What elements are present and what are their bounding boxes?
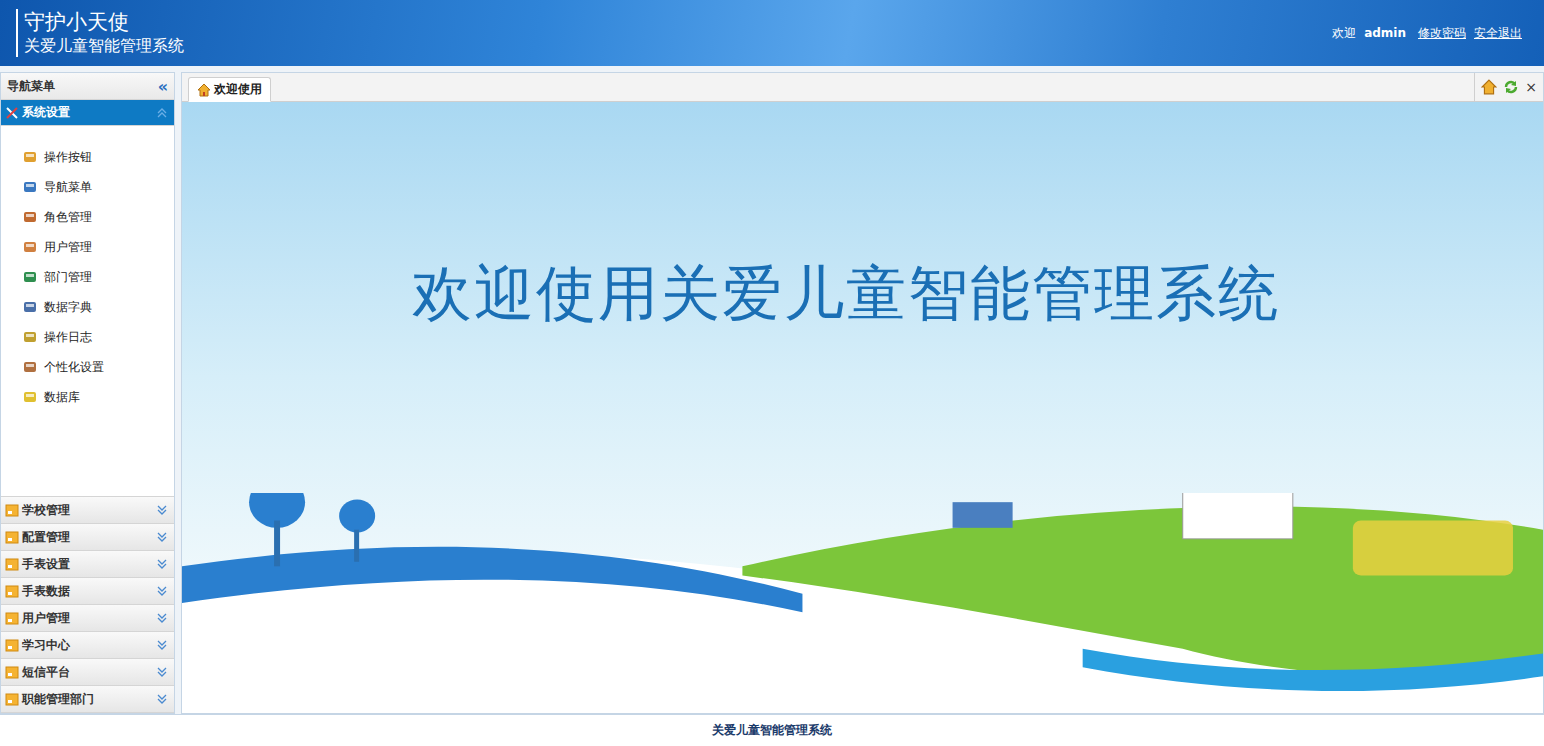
folder-icon xyxy=(5,557,19,571)
group-body: 操作按钮导航菜单角色管理用户管理部门管理数据字典操作日志个性化设置数据库 xyxy=(1,126,174,497)
menu-item[interactable]: 数据字典 xyxy=(1,292,174,322)
menu-item[interactable]: 部门管理 xyxy=(1,262,174,292)
refresh-icon[interactable] xyxy=(1503,79,1519,95)
chevron-down-icon xyxy=(156,531,168,543)
chevron-down-icon xyxy=(156,558,168,570)
header-link[interactable]: 修改密码 xyxy=(1418,25,1466,42)
folder-icon xyxy=(5,611,19,625)
menu-item-icon xyxy=(23,180,37,194)
group-header[interactable]: 系统设置 xyxy=(1,100,174,126)
landscape-illustration xyxy=(182,493,1543,713)
collapse-button[interactable]: « xyxy=(158,77,168,96)
chevron-down-icon xyxy=(156,585,168,597)
group-header[interactable]: 学校管理 xyxy=(1,497,174,524)
sidebar-title: 导航菜单« xyxy=(1,73,174,100)
folder-icon xyxy=(5,503,19,517)
folder-icon xyxy=(5,665,19,679)
menu-item[interactable]: 角色管理 xyxy=(1,202,174,232)
top-header: 守护小天使关爱儿童智能管理系统 欢迎 admin 修改密码安全退出 xyxy=(0,0,1544,66)
home-icon xyxy=(197,83,211,97)
group-header[interactable]: 学习中心 xyxy=(1,632,174,659)
menu-item-icon xyxy=(23,270,37,284)
chevron-down-icon xyxy=(156,666,168,678)
folder-icon xyxy=(5,692,19,706)
home-icon[interactable] xyxy=(1481,79,1497,95)
tab-tools: × xyxy=(1474,73,1543,101)
group-header[interactable]: 短信平台 xyxy=(1,659,174,686)
menu-item[interactable]: 导航菜单 xyxy=(1,172,174,202)
menu-item-icon xyxy=(23,330,37,344)
chevron-down-icon xyxy=(156,693,168,705)
content-panel: 欢迎使用 × 欢迎使用关爱儿童智能管理系统 xyxy=(181,72,1544,714)
header-link[interactable]: 安全退出 xyxy=(1474,25,1522,42)
logo-subtitle: 关爱儿童智能管理系统 xyxy=(24,35,184,57)
logo-title: 守护小天使 xyxy=(24,9,184,35)
folder-icon xyxy=(5,584,19,598)
chevron-down-icon xyxy=(156,504,168,516)
group-header[interactable]: 手表设置 xyxy=(1,551,174,578)
menu-item-icon xyxy=(23,300,37,314)
menu-item-icon xyxy=(23,150,37,164)
menu-item-icon xyxy=(23,210,37,224)
sidebar: 导航菜单«系统设置操作按钮导航菜单角色管理用户管理部门管理数据字典操作日志个性化… xyxy=(0,72,175,714)
menu-item[interactable]: 个性化设置 xyxy=(1,352,174,382)
footer: 关爱儿童智能管理系统 xyxy=(0,714,1544,746)
chevron-down-icon xyxy=(156,639,168,651)
logo: 守护小天使关爱儿童智能管理系统 xyxy=(16,9,184,57)
group-header[interactable]: 职能管理部门 xyxy=(1,686,174,713)
main-area: 导航菜单«系统设置操作按钮导航菜单角色管理用户管理部门管理数据字典操作日志个性化… xyxy=(0,66,1544,714)
close-tab-button[interactable]: × xyxy=(1525,79,1537,95)
menu-item[interactable]: 操作日志 xyxy=(1,322,174,352)
user-name: admin xyxy=(1364,26,1406,40)
chevron-up-icon xyxy=(156,107,168,119)
group-header[interactable]: 手表数据 xyxy=(1,578,174,605)
banner-title: 欢迎使用关爱儿童智能管理系统 xyxy=(182,102,1543,326)
menu-item-icon xyxy=(23,390,37,404)
tab-bar: 欢迎使用 × xyxy=(182,73,1543,102)
app-page: 守护小天使关爱儿童智能管理系统欢迎admin修改密码安全退出导航菜单«系统设置操… xyxy=(0,0,1544,746)
menu-item-icon xyxy=(23,240,37,254)
group-header[interactable]: 用户管理 xyxy=(1,605,174,632)
welcome-text: 欢迎 xyxy=(1332,25,1356,42)
folder-icon xyxy=(5,638,19,652)
welcome-banner: 欢迎使用关爱儿童智能管理系统 xyxy=(182,102,1543,713)
menu-item-icon xyxy=(23,360,37,374)
group-header[interactable]: 配置管理 xyxy=(1,524,174,551)
tab[interactable]: 欢迎使用 xyxy=(188,77,271,102)
menu-item[interactable]: 操作按钮 xyxy=(1,142,174,172)
tools-icon xyxy=(5,106,19,120)
chevron-down-icon xyxy=(156,612,168,624)
folder-icon xyxy=(5,530,19,544)
user-area: 欢迎 admin 修改密码安全退出 xyxy=(1332,25,1522,42)
menu-item[interactable]: 数据库 xyxy=(1,382,174,412)
menu-item[interactable]: 用户管理 xyxy=(1,232,174,262)
